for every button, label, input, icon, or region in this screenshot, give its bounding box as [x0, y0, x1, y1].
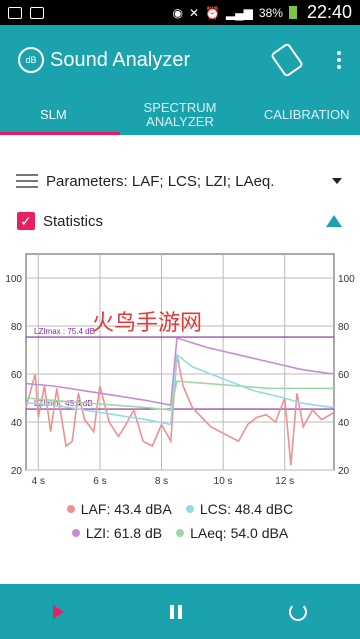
series-line-laf	[25, 354, 335, 466]
chart-series	[25, 336, 335, 466]
battery-level: 38%	[258, 5, 283, 20]
tab-spectrum-analyzer[interactable]: SPECTRUM ANALYZER	[107, 95, 254, 135]
notification-icon	[8, 6, 22, 19]
app-logo-icon: dB	[18, 47, 44, 73]
tab-bar: SLM SPECTRUM ANALYZER CALIBRATION	[0, 95, 360, 135]
statistics-row: ✓ Statistics	[0, 206, 360, 236]
legend-dot	[66, 505, 75, 513]
chart-legend: LAF: 43.4 dBA LCS: 48.4 dBC LZI: 61.8 dB…	[0, 497, 360, 545]
y-tick-label-right: 100	[338, 274, 355, 285]
mute-icon: ✕	[188, 5, 199, 20]
reference-line-label: LZImax : 75.4 dB	[34, 327, 95, 336]
play-button[interactable]	[53, 604, 65, 619]
signal-icon: ▂▄▆	[225, 5, 253, 20]
app-title: Sound Analyzer	[50, 48, 191, 71]
legend-item-laf: LAF: 43.4 dBA	[66, 501, 172, 517]
y-tick-label-left: 40	[11, 418, 23, 429]
legend-item-lcs: LCS: 48.4 dBC	[185, 501, 293, 517]
battery-icon	[288, 6, 297, 19]
tab-calibration[interactable]: CALIBRATION	[253, 95, 360, 135]
parameters-label: Parameters: LAF; LCS; LZI; LAeq.	[46, 172, 275, 190]
legend-dot	[176, 529, 185, 537]
parameters-dropdown[interactable]: Parameters: LAF; LCS; LZI; LAeq.	[0, 166, 360, 196]
tab-slm[interactable]: SLM	[0, 95, 107, 135]
status-time: 22:40	[306, 2, 352, 22]
y-tick-label-left: 80	[11, 322, 23, 333]
screen-rotation-button[interactable]	[269, 42, 305, 78]
x-tick-label: 4 s	[32, 476, 45, 487]
reset-button[interactable]	[288, 602, 307, 621]
y-tick-label-right: 80	[338, 322, 350, 333]
bottom-controls	[0, 584, 360, 639]
statistics-checkbox[interactable]: ✓	[17, 212, 35, 230]
dropdown-arrow-icon[interactable]	[332, 178, 342, 184]
legend-item-laeq: LAeq: 54.0 dBA	[176, 525, 288, 541]
x-tick-label: 6 s	[93, 476, 106, 487]
y-tick-label-left: 60	[11, 370, 23, 381]
statistics-label: Statistics	[43, 212, 104, 230]
watermark-text: 火鸟手游网	[92, 311, 202, 336]
sliders-icon	[16, 174, 38, 188]
legend-dot	[185, 505, 194, 513]
legend-dot	[71, 529, 80, 537]
legend-item-lzi: LZI: 61.8 dB	[71, 525, 162, 541]
chart-axis-labels: 20 20 40 40 60 60 80 80 100 100 4 s 6 s 8 s 10 s 12 s	[5, 274, 355, 487]
alarm-icon: ⏰	[205, 5, 220, 20]
collapse-arrow-icon[interactable]	[326, 215, 342, 227]
y-tick-label-left: 100	[5, 274, 22, 285]
eye-icon: ◉	[172, 5, 183, 20]
x-tick-label: 10 s	[214, 476, 233, 487]
x-tick-label: 12 s	[275, 476, 294, 487]
pause-button[interactable]	[170, 604, 183, 619]
overflow-menu-button[interactable]	[330, 51, 348, 69]
y-tick-label-right: 60	[338, 370, 350, 381]
x-tick-label: 8 s	[155, 476, 168, 487]
level-chart: LZImax : 75.4 dBLZImin : 45.4 dB 20 2040 4…	[5, 253, 355, 487]
status-bar: ◉ ✕ ⏰ ▂▄▆ 38% 22:40	[0, 0, 360, 25]
app-bar: dB Sound Analyzer SLM SPECTRUM ANALYZER …	[0, 25, 360, 135]
y-tick-label-right: 40	[338, 418, 350, 429]
y-tick-label-left: 20	[11, 466, 23, 477]
active-tab-indicator	[0, 132, 120, 135]
y-tick-label-right: 20	[338, 466, 350, 477]
image-icon	[30, 6, 44, 19]
